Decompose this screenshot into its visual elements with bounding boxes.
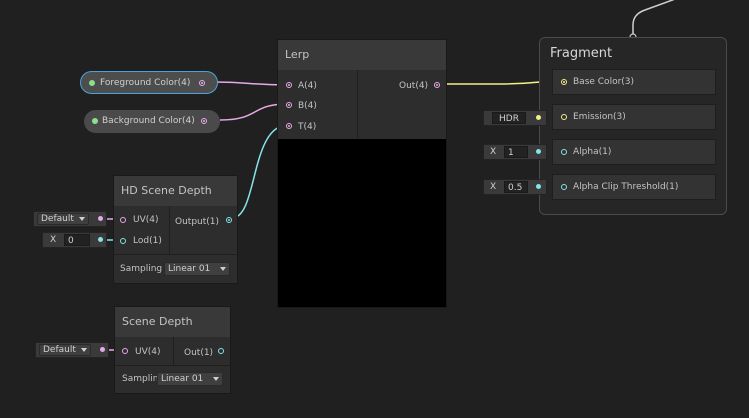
hd-port-divider xyxy=(169,206,170,254)
wire-vertex-to-fragment xyxy=(632,0,675,37)
lerp-t-port[interactable] xyxy=(286,123,292,129)
hd-uv-default-value: Default xyxy=(41,214,74,224)
clip-value-input[interactable]: 0.5 xyxy=(504,181,528,193)
fragment-title: Fragment xyxy=(550,46,613,61)
hd-sampling-dropdown[interactable]: Linear 01 xyxy=(164,262,230,276)
hd-uv-label: UV(4) xyxy=(133,215,159,225)
hdr-tag[interactable]: HDR xyxy=(492,112,526,124)
clip-default-port xyxy=(536,184,541,189)
hd-sampling-value: Linear 01 xyxy=(168,264,211,274)
emission-default-port xyxy=(536,115,541,120)
alpha-value-input[interactable]: 1 xyxy=(504,146,528,158)
lerp-out-port[interactable] xyxy=(434,82,440,88)
clip-label: Alpha Clip Threshold(1) xyxy=(573,182,679,192)
sd-port-divider xyxy=(173,337,174,365)
sd-sampling-value: Linear 01 xyxy=(161,374,204,384)
fragment-block-emission[interactable]: Emission(3) xyxy=(552,104,716,130)
alpha-default-port xyxy=(536,149,541,154)
sd-sampling-label: Samplin xyxy=(122,374,159,384)
basecolor-port[interactable] xyxy=(561,79,567,85)
scene-depth-title: Scene Depth xyxy=(115,307,230,337)
lerp-out-label: Out(4) xyxy=(399,81,429,91)
clip-axis-label: X xyxy=(490,182,497,192)
scene-depth-node[interactable]: Scene Depth UV(4) Out(1) Samplin Linear … xyxy=(114,306,231,394)
foreground-label: Foreground Color(4) xyxy=(100,78,191,88)
lerp-a-port[interactable] xyxy=(286,82,292,88)
lerp-port-divider xyxy=(357,70,358,138)
lerp-b-label: B(4) xyxy=(298,101,317,111)
chevron-down-icon xyxy=(213,377,219,381)
shader-graph-canvas[interactable]: Foreground Color(4) Background Color(4) … xyxy=(0,0,749,418)
emission-port[interactable] xyxy=(561,114,567,120)
property-green-dot xyxy=(92,118,98,124)
fragment-block-alpha[interactable]: Alpha(1) xyxy=(552,139,716,165)
sd-uv-default-value: Default xyxy=(43,345,76,355)
sd-uv-port[interactable] xyxy=(122,348,128,354)
sd-uv-default-dropdown[interactable]: Default xyxy=(39,344,91,356)
chevron-down-icon xyxy=(79,217,85,221)
hd-uv-default-field[interactable]: Default xyxy=(33,211,107,227)
property-green-dot xyxy=(89,80,95,86)
sd-sampling-dropdown[interactable]: Linear 01 xyxy=(157,372,223,386)
alpha-default-field[interactable]: X 1 xyxy=(483,144,547,160)
background-output-port[interactable] xyxy=(201,118,207,124)
emission-label: Emission(3) xyxy=(573,112,626,122)
hd-uv-default-dropdown[interactable]: Default xyxy=(37,213,89,225)
chevron-down-icon xyxy=(220,267,226,271)
hd-lod-axis-label: X xyxy=(50,235,57,245)
foreground-output-port[interactable] xyxy=(199,80,205,86)
background-label: Background Color(4) xyxy=(102,116,195,126)
fragment-block-basecolor[interactable]: Base Color(3) xyxy=(552,69,716,95)
hd-scene-depth-node[interactable]: HD Scene Depth UV(4) Lod(1) Output(1) Sa… xyxy=(113,175,238,284)
chevron-down-icon xyxy=(81,348,87,352)
lerp-a-label: A(4) xyxy=(298,81,317,91)
clip-default-field[interactable]: X 0.5 xyxy=(483,179,547,195)
hd-lod-value-input[interactable]: 0 xyxy=(64,234,90,246)
sd-output-port[interactable] xyxy=(218,348,224,354)
clip-port[interactable] xyxy=(561,184,567,190)
lerp-preview xyxy=(278,139,446,307)
sd-uv-default-field[interactable]: Default xyxy=(35,342,109,358)
lerp-t-label: T(4) xyxy=(298,122,317,132)
emission-hdr-field[interactable]: HDR xyxy=(483,110,547,126)
lerp-b-port[interactable] xyxy=(286,102,292,108)
sd-uv-default-port xyxy=(100,347,105,352)
hd-lod-default-field[interactable]: X 0 xyxy=(42,232,107,248)
hd-settings-divider xyxy=(114,254,237,255)
hd-sampling-label: Sampling xyxy=(120,264,163,274)
hd-lod-port[interactable] xyxy=(120,238,126,244)
lerp-node[interactable]: Lerp A(4) B(4) T(4) Out(4) xyxy=(277,39,447,308)
alpha-label: Alpha(1) xyxy=(573,147,612,157)
sd-settings-divider xyxy=(115,365,230,366)
hd-uv-default-port xyxy=(98,216,103,221)
hd-lod-label: Lod(1) xyxy=(133,236,162,246)
hd-uv-port[interactable] xyxy=(120,217,126,223)
alpha-port[interactable] xyxy=(561,149,567,155)
alpha-axis-label: X xyxy=(490,147,497,157)
fragment-block-clip[interactable]: Alpha Clip Threshold(1) xyxy=(552,174,716,200)
sd-output-label: Out(1) xyxy=(184,348,214,358)
hd-output-port[interactable] xyxy=(226,217,232,223)
hd-output-label: Output(1) xyxy=(175,217,220,227)
basecolor-label: Base Color(3) xyxy=(573,77,635,87)
lerp-title: Lerp xyxy=(278,40,446,70)
hd-scene-depth-title: HD Scene Depth xyxy=(114,176,237,206)
hd-lod-default-port xyxy=(98,237,103,242)
sd-uv-label: UV(4) xyxy=(135,347,161,357)
foreground-color-property[interactable]: Foreground Color(4) xyxy=(80,71,218,94)
fragment-node[interactable]: Fragment Base Color(3) Emission(3) Alpha… xyxy=(539,37,727,215)
background-color-property[interactable]: Background Color(4) xyxy=(84,110,220,133)
